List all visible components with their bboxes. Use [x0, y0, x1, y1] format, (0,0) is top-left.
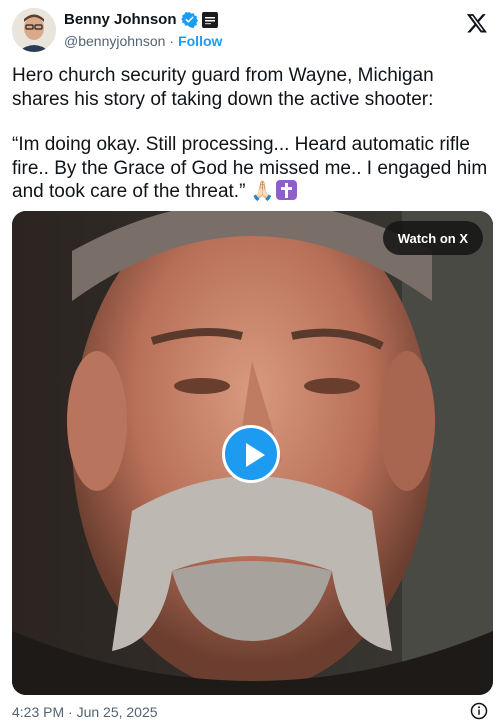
watch-on-x-button[interactable]: Watch on X — [382, 221, 483, 255]
author-name-row: Benny Johnson — [64, 11, 218, 29]
timestamp[interactable]: 4:23 PM · Jun 25, 2025 — [12, 704, 158, 720]
tweet-text: Hero church security guard from Wayne, M… — [12, 64, 488, 226]
tweet-paragraph-1: Hero church security guard from Wayne, M… — [12, 65, 434, 110]
play-button[interactable] — [222, 425, 280, 483]
verified-badge-icon — [180, 11, 198, 29]
video-player[interactable]: Watch on X — [12, 211, 493, 695]
separator: · — [169, 33, 175, 49]
tweet-paragraph-2: “Im doing okay. Still processing... Hear… — [12, 133, 488, 204]
play-icon — [246, 443, 265, 467]
latin-cross-emoji-icon — [276, 180, 298, 200]
author-handle[interactable]: @bennyjohnson — [64, 33, 165, 49]
tweet-quote: “Im doing okay. Still processing... Hear… — [12, 134, 488, 202]
info-icon[interactable] — [470, 702, 488, 720]
author-name[interactable]: Benny Johnson — [64, 11, 177, 28]
x-logo-icon[interactable] — [466, 12, 488, 34]
praying-hands-emoji: 🙏🏻 — [250, 180, 275, 202]
avatar[interactable] — [12, 8, 56, 52]
tweet-footer: 4:23 PM · Jun 25, 2025 — [12, 702, 488, 724]
tweet-header: Benny Johnson @bennyjohnson · Follow — [12, 8, 488, 56]
affiliate-badge-icon — [201, 11, 218, 28]
handle-row: @bennyjohnson · Follow — [64, 33, 222, 49]
follow-button[interactable]: Follow — [178, 33, 222, 49]
